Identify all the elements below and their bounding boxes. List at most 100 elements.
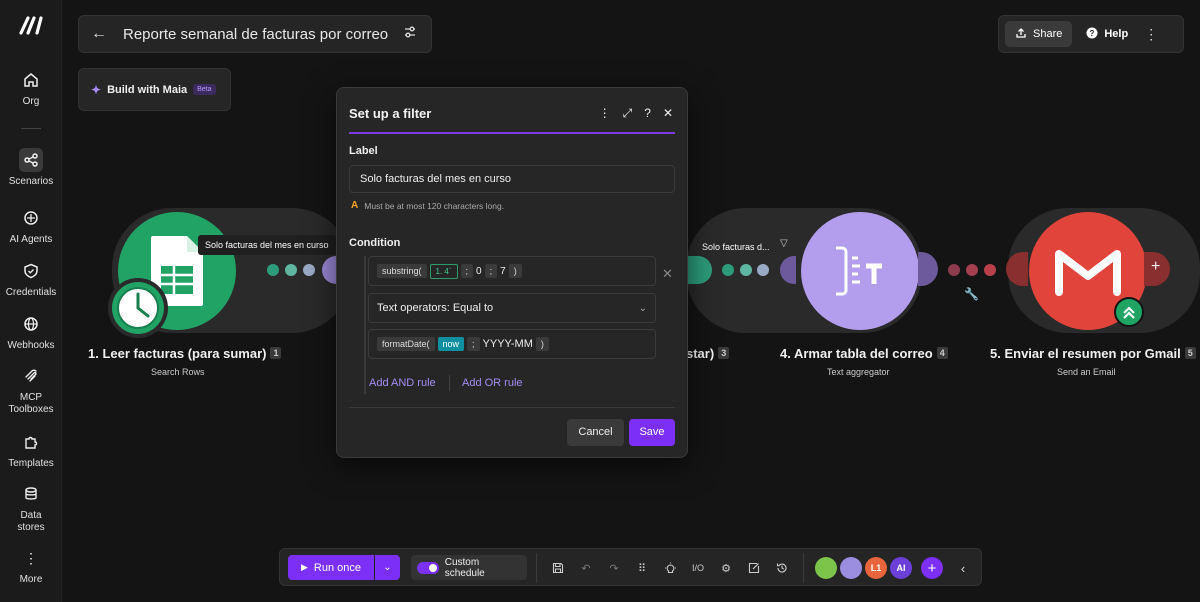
chevron-left-icon[interactable]: ‹ (954, 559, 972, 577)
divider (449, 375, 450, 391)
condition-operand-2[interactable]: formatDate( now ; YYYY-MM ) (368, 329, 656, 359)
variable-pill[interactable]: 1. 4` (429, 263, 458, 279)
header-underline (349, 132, 675, 134)
bottom-toolbar: ▶ Run once ⌄ Custom schedule ↶ ↷ ⠿ I/O ⚙… (279, 548, 982, 586)
keyword-pill[interactable]: now (437, 337, 465, 351)
connector-dot (303, 264, 315, 276)
chevron-down-icon: ⌄ (383, 562, 392, 573)
custom-schedule-toggle[interactable]: Custom schedule (411, 555, 527, 580)
save-button[interactable]: Save (629, 419, 675, 446)
more-options-icon[interactable]: ⋮ (1142, 26, 1160, 43)
connector-handle (918, 252, 938, 286)
sidebar-item-more[interactable]: ⋮ More (0, 546, 62, 586)
cancel-button[interactable]: Cancel (567, 419, 624, 446)
lightbulb-icon[interactable] (661, 559, 679, 577)
help-circle-icon: ? (1086, 27, 1098, 42)
save-icon[interactable] (549, 559, 567, 577)
grid-dots-icon[interactable]: ⠿ (633, 559, 651, 577)
module-title[interactable]: star) 3 (686, 346, 730, 361)
remove-condition-icon[interactable]: ✕ (662, 266, 673, 282)
close-icon[interactable]: ✕ (663, 106, 673, 121)
close-paren-pill: ) (508, 264, 522, 278)
filter-label[interactable]: Solo facturas d... (702, 242, 770, 252)
sidebar-item-label: Webhooks (7, 340, 55, 351)
double-chevron-up-icon[interactable] (1114, 297, 1144, 327)
help-button[interactable]: ? Help (1078, 21, 1136, 47)
sidebar-item-scenarios[interactable]: Scenarios (0, 148, 62, 188)
text-aggregator-icon (836, 246, 882, 296)
run-options-dropdown[interactable]: ⌄ (375, 555, 400, 580)
dots-vertical-icon: ⋮ (24, 550, 38, 566)
connector-dot (722, 264, 734, 276)
back-arrow-icon[interactable]: ← (91, 25, 109, 43)
undo-icon[interactable]: ↶ (577, 559, 595, 577)
module-subtitle: Search Rows (151, 367, 205, 377)
wrench-icon[interactable]: 🔧 (964, 287, 979, 301)
module-text-aggregator[interactable] (801, 212, 919, 330)
gear-icon[interactable]: ⚙ (717, 559, 735, 577)
filter-funnel-icon[interactable]: ▽ (780, 238, 788, 249)
sidebar-item-label: Toolboxes (8, 404, 54, 415)
redo-icon[interactable]: ↷ (605, 559, 623, 577)
app-badge-l1[interactable]: L1 (865, 557, 887, 579)
function-pill[interactable]: substring( (377, 264, 427, 278)
operator-select[interactable]: Text operators: Equal to ⌄ (368, 293, 656, 323)
make-logo[interactable] (19, 15, 45, 35)
sparkle-icon: ✦ (91, 82, 102, 97)
notes-edit-icon[interactable] (745, 559, 763, 577)
shield-check-icon (19, 259, 43, 283)
connector-dot (966, 264, 978, 276)
dialog-title: Set up a filter (349, 106, 432, 121)
close-paren-pill: ) (535, 337, 549, 351)
expand-icon[interactable]: ⤢ (623, 106, 633, 121)
play-icon: ▶ (300, 562, 308, 572)
sidebar-item-label: Templates (8, 458, 54, 469)
history-icon[interactable] (773, 559, 791, 577)
sidebar-item-credentials[interactable]: Credentials (0, 259, 62, 299)
app-badge-tools[interactable] (840, 557, 862, 579)
sidebar-item-label: Data (20, 510, 42, 521)
validation-hint: A Must be at most 120 characters long. (351, 200, 505, 211)
sidebar-item-label: stores (17, 522, 45, 533)
operator-value: Text operators: Equal to (377, 302, 494, 314)
module-title[interactable]: 4. Armar tabla del correo 4 (780, 346, 948, 361)
divider (536, 553, 537, 583)
io-icon[interactable]: I/O (689, 559, 707, 577)
plus-icon[interactable]: + (1151, 258, 1160, 276)
run-once-button[interactable]: ▶ Run once (288, 555, 374, 580)
app-badge-ai[interactable]: AI (890, 557, 912, 579)
sidebar-item-ai-agents[interactable]: AI Agents (0, 206, 62, 246)
sidebar-item-label: Org (22, 96, 40, 107)
sidebar-item-label: More (19, 574, 43, 585)
module-title[interactable]: 5. Enviar el resumen por Gmail 5 (990, 346, 1196, 361)
sidebar-item-org[interactable]: Org (0, 68, 62, 108)
page-title[interactable]: Reporte semanal de facturas por correo (123, 26, 403, 43)
app-badge-green[interactable] (815, 557, 837, 579)
help-icon[interactable]: ? (644, 106, 651, 121)
condition-operand-1[interactable]: substring( 1. 4` ; 0 ; 7 ) (368, 256, 656, 286)
add-and-rule-link[interactable]: Add AND rule (369, 377, 436, 389)
sidebar-item-webhooks[interactable]: Webhooks (0, 312, 62, 352)
sidebar-item-mcp-toolboxes[interactable]: MCP Toolboxes (0, 364, 62, 416)
share-button[interactable]: Share (1005, 21, 1073, 47)
filter-label-input[interactable]: Solo facturas del mes en curso (349, 165, 675, 193)
separator-pill: ; (467, 337, 480, 351)
divider (803, 553, 804, 583)
database-icon (19, 482, 43, 506)
more-options-icon[interactable]: ⋮ (599, 106, 611, 121)
add-app-button[interactable]: + (921, 557, 943, 579)
build-with-maia-button[interactable]: ✦ Build with Maia Beta (78, 68, 231, 111)
sidebar-item-templates[interactable]: Templates (0, 430, 62, 470)
condition-group-bar (364, 256, 366, 394)
add-or-rule-link[interactable]: Add OR rule (462, 377, 523, 389)
settings-sliders-icon[interactable] (403, 25, 419, 44)
schedule-clock-icon[interactable] (108, 278, 168, 338)
module-title[interactable]: 1. Leer facturas (para sumar) 1 (88, 346, 282, 361)
argument-text: 0 (476, 265, 482, 277)
module-subtitle: Text aggregator (827, 367, 890, 377)
filter-label[interactable]: Solo facturas del mes en curso (198, 235, 336, 255)
warning-icon: A (351, 200, 359, 211)
function-pill[interactable]: formatDate( (377, 337, 435, 351)
sidebar-item-data-stores[interactable]: Data stores (0, 482, 62, 534)
toggle-switch[interactable] (417, 561, 439, 574)
